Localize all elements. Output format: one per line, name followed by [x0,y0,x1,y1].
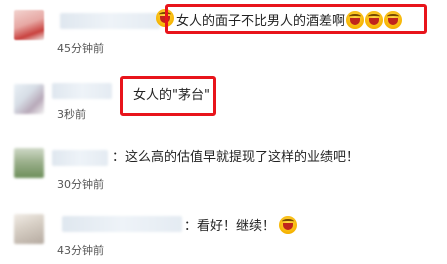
comment-item: 女人的"茅台" 3秒前 [0,72,447,132]
username-blurred[interactable] [62,216,182,232]
comment-time: 3秒前 [57,108,86,121]
comment-text-content: ：看好！继续！ [184,219,276,234]
username-blurred[interactable] [52,150,108,166]
avatar[interactable] [14,148,44,178]
comment-text: 女人的面子不比男人的酒差啊 [176,11,403,30]
comment-item: ：这么高的估值早就提现了这样的业绩吧！ 30分钟前 [0,140,447,200]
avatar[interactable] [14,10,44,40]
comment-time: 43分钟前 [57,244,104,257]
username-blurred[interactable] [60,13,160,29]
grinning-laughing-emoji-icon [346,11,365,29]
comment-text: ：看好！继续！ [184,216,298,235]
comment-item: 女人的面子不比男人的酒差啊 45分钟前 [0,0,447,62]
username-blurred[interactable] [52,83,112,99]
comment-item: ：看好！继续！ 43分钟前 [0,206,447,264]
comment-text-content: 女人的面子不比男人的酒差啊 [176,14,346,29]
avatar[interactable] [14,214,44,244]
grinning-laughing-emoji-icon [384,11,403,29]
grinning-laughing-emoji-icon [365,11,384,29]
comment-text: ：这么高的估值早就提现了这样的业绩吧！ [112,150,360,165]
avatar[interactable] [14,84,44,114]
grinning-laughing-emoji-icon [279,216,298,234]
comment-text: 女人的"茅台" [133,88,210,103]
comment-time: 45分钟前 [57,42,104,55]
comment-time: 30分钟前 [57,178,104,191]
